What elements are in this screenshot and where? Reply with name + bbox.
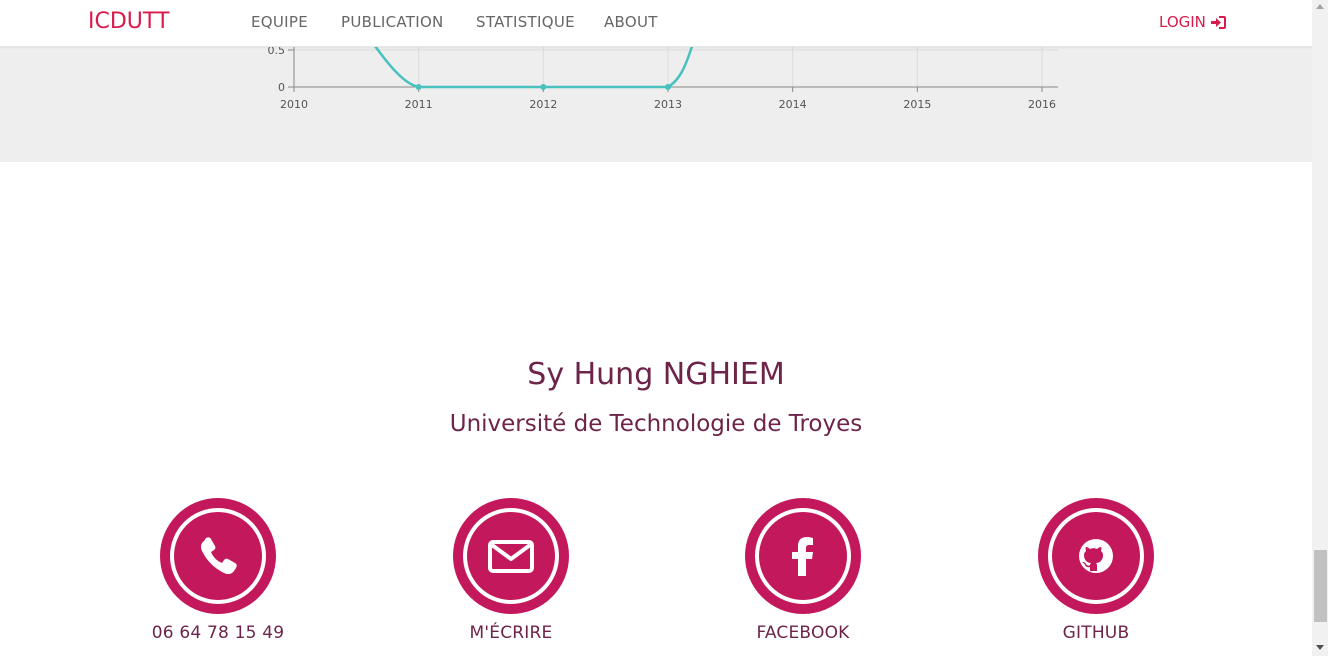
login-button[interactable]: LOGIN bbox=[1159, 13, 1227, 31]
login-label: LOGIN bbox=[1159, 13, 1206, 31]
facebook-ring bbox=[755, 508, 851, 604]
nav-item-about[interactable]: ABOUT bbox=[604, 13, 658, 31]
scroll-down-arrow-icon[interactable] bbox=[1316, 645, 1324, 650]
chart-x-tick-label: 2016 bbox=[1028, 98, 1056, 111]
phone-ring bbox=[170, 508, 266, 604]
page: 0.5 0 2010 2011 2012 2013 2014 2015 2016 ICDUTT … bbox=[0, 0, 1328, 656]
contact-phone[interactable]: 06 64 78 15 49 bbox=[118, 498, 318, 643]
scrollbar-thumb[interactable] bbox=[1314, 550, 1327, 622]
github-icon bbox=[1079, 539, 1113, 573]
top-navbar: ICDUTT EQUIPE PUBLICATION STATISTIQUE AB… bbox=[0, 0, 1312, 47]
sign-in-icon bbox=[1210, 15, 1226, 29]
github-ring bbox=[1048, 508, 1144, 604]
contact-github[interactable]: GITHUB bbox=[996, 498, 1196, 643]
contact-github-label: GITHUB bbox=[1062, 623, 1130, 643]
envelope-icon bbox=[488, 540, 534, 573]
brand-logo[interactable]: ICDUTT bbox=[88, 9, 169, 34]
contact-facebook-label: FACEBOOK bbox=[756, 623, 850, 643]
contact-facebook[interactable]: FACEBOOK bbox=[703, 498, 903, 643]
contact-email[interactable]: M'ÉCRIRE bbox=[411, 498, 611, 643]
github-circle bbox=[1038, 498, 1154, 614]
chart-x-tick-label: 2012 bbox=[529, 98, 557, 111]
phone-circle bbox=[160, 498, 276, 614]
contact-email-label: M'ÉCRIRE bbox=[469, 623, 553, 643]
chart-x-tick-label: 2013 bbox=[654, 98, 682, 111]
profile-name: Sy Hung NGHIEM bbox=[527, 357, 785, 392]
nav-item-statistique[interactable]: STATISTIQUE bbox=[476, 13, 575, 31]
nav-item-publication[interactable]: PUBLICATION bbox=[341, 13, 444, 31]
profile-affiliation: Université de Technologie de Troyes bbox=[449, 411, 863, 437]
chart-y-tick-label: 0 bbox=[278, 81, 285, 94]
phone-icon bbox=[200, 537, 237, 575]
chart-data-point bbox=[665, 84, 671, 90]
chart-x-tick-label: 2010 bbox=[280, 98, 308, 111]
chart-x-tick-label: 2014 bbox=[779, 98, 807, 111]
facebook-circle bbox=[745, 498, 861, 614]
contact-phone-label: 06 64 78 15 49 bbox=[151, 623, 285, 643]
email-circle bbox=[453, 498, 569, 614]
chart-data-point bbox=[415, 84, 422, 90]
chart-x-tick-label: 2015 bbox=[903, 98, 931, 111]
scroll-up-arrow-icon[interactable] bbox=[1316, 4, 1324, 9]
chart-x-tick-label: 2011 bbox=[405, 98, 433, 111]
email-ring bbox=[463, 508, 559, 604]
chart-data-point bbox=[540, 84, 547, 90]
nav-item-equipe[interactable]: EQUIPE bbox=[251, 13, 308, 31]
facebook-icon bbox=[792, 537, 813, 576]
